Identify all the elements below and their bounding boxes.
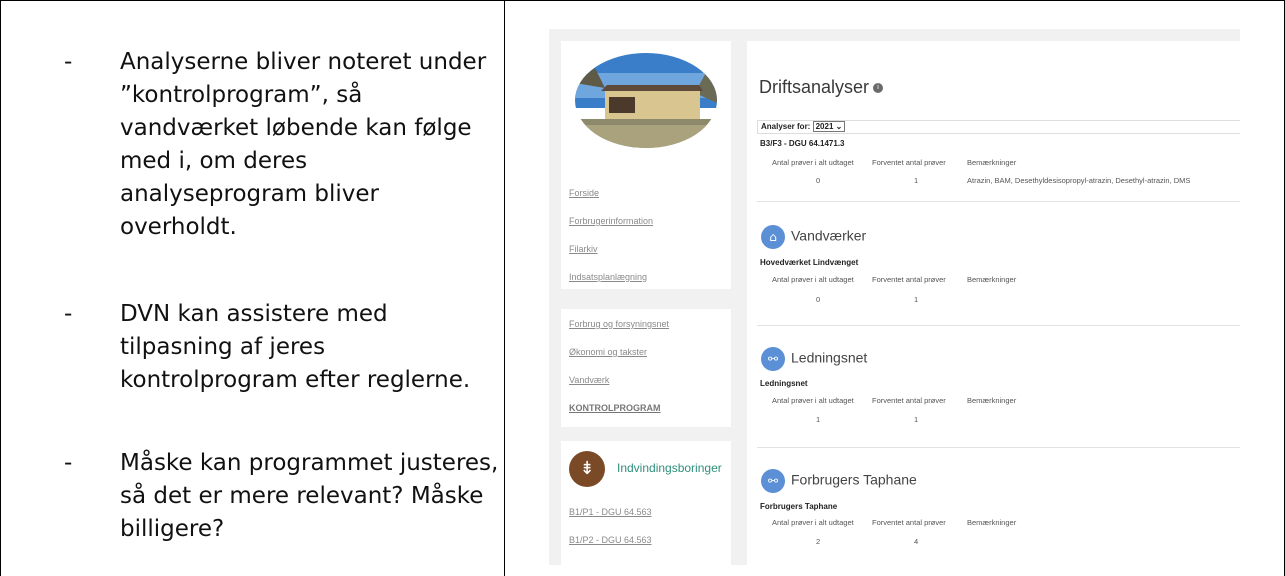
- col-header-taken: Antal prøver i alt udtaget: [772, 158, 854, 167]
- tap-icon: ⚯: [761, 469, 785, 493]
- value-taken: 2: [816, 537, 821, 546]
- info-icon[interactable]: i: [873, 83, 884, 94]
- sidebar-nav-card-2: Forbrug og forsyningsnet Økonomi og taks…: [561, 309, 731, 427]
- sidebar-nav-card: Forside Forbrugerinformation Filarkiv In…: [561, 41, 731, 289]
- divider: [757, 325, 1240, 326]
- waterworks-photo: [575, 53, 717, 148]
- col-header-expected: Forventet antal prøver: [872, 275, 946, 284]
- value-expected: 1: [914, 415, 919, 424]
- bullet-text: DVN kan assistere med tilpasning af jere…: [120, 301, 471, 393]
- col-header-taken: Antal prøver i alt udtaget: [772, 275, 854, 284]
- value-taken: 0: [816, 295, 821, 304]
- pipe-network-icon: ⚯: [761, 347, 785, 371]
- filter-label: Analyser for:: [761, 122, 811, 131]
- sidebar-link-filarkiv[interactable]: Filarkiv: [569, 244, 598, 254]
- borehole-icon: ⇟: [569, 451, 605, 487]
- bullet-text: Analyserne bliver noteret under ”kontrol…: [120, 49, 487, 240]
- boreholes-title: Indvindingsboringer: [617, 461, 722, 475]
- borehole-link[interactable]: B1/P1 - DGU 64.563: [569, 507, 652, 517]
- col-header-remarks: Bemærkninger: [967, 275, 1017, 284]
- col-header-expected: Forventet antal prøver: [872, 396, 946, 405]
- bullet-dash: -: [64, 301, 73, 327]
- value-taken: 1: [816, 415, 821, 424]
- value-expected: 1: [914, 295, 919, 304]
- bullet-dash: -: [64, 450, 73, 476]
- sidebar-link-okonomi[interactable]: Økonomi og takster: [569, 347, 647, 357]
- column-divider: [504, 0, 505, 576]
- col-header-expected: Forventet antal prøver: [872, 158, 946, 167]
- col-header-expected: Forventet antal prøver: [872, 518, 946, 527]
- section-subtitle: Hovedværket Lindvænget: [760, 258, 859, 267]
- section-title-ledningsnet: ⚯ Ledningsnet: [761, 347, 867, 371]
- col-header-remarks: Bemærkninger: [967, 518, 1017, 527]
- section-title-forbrugers-taphane: ⚯ Forbrugers Taphane: [761, 469, 917, 493]
- main-panel: Driftsanalyser i Analyser for: 2021 ⌄ B3/…: [747, 41, 1240, 565]
- section-subtitle: Forbrugers Taphane: [760, 502, 838, 511]
- year-select[interactable]: 2021 ⌄: [812, 121, 846, 132]
- section-title-vandvaerker: ⌂ Vandværker: [761, 225, 866, 249]
- year-filter: Analyser for: 2021 ⌄: [757, 120, 1240, 134]
- home-icon: ⌂: [761, 225, 785, 249]
- value-remarks: Atrazin, BAM, Desethyldesisopropyl-atraz…: [967, 176, 1191, 185]
- col-header-taken: Antal prøver i alt udtaget: [772, 396, 854, 405]
- col-header-taken: Antal prøver i alt udtaget: [772, 518, 854, 527]
- sidebar-link-indsatsplanlaegning[interactable]: Indsatsplanlægning: [569, 272, 647, 282]
- sidebar-link-kontrolprogram[interactable]: KONTROLPROGRAM: [569, 403, 661, 413]
- borehole-name: B3/F3 - DGU 64.1471.3: [760, 139, 845, 148]
- page-title: Driftsanalyser i: [759, 77, 884, 98]
- col-header-remarks: Bemærkninger: [967, 158, 1017, 167]
- divider: [757, 447, 1240, 448]
- value-taken: 0: [816, 176, 821, 185]
- col-header-remarks: Bemærkninger: [967, 396, 1017, 405]
- sidebar-link-forbrugerinformation[interactable]: Forbrugerinformation: [569, 216, 653, 226]
- value-expected: 1: [914, 176, 919, 185]
- section-subtitle: Ledningsnet: [760, 379, 808, 388]
- bullet-list: - Analyserne bliver noteret under ”kontr…: [0, 0, 504, 576]
- value-expected: 4: [914, 537, 919, 546]
- bullet-dash: -: [64, 49, 73, 75]
- divider: [757, 201, 1240, 202]
- sidebar-link-forside[interactable]: Forside: [569, 188, 599, 198]
- sidebar-link-vandvaerk[interactable]: Vandværk: [569, 375, 609, 385]
- boreholes-card: ⇟ Indvindingsboringer B1/P1 - DGU 64.563…: [561, 441, 731, 565]
- sidebar-link-forbrug[interactable]: Forbrug og forsyningsnet: [569, 319, 669, 329]
- borehole-link[interactable]: B1/P2 - DGU 64.563: [569, 535, 652, 545]
- bullet-text: Måske kan programmet justeres, så det er…: [120, 450, 499, 542]
- embedded-screenshot: Forside Forbrugerinformation Filarkiv In…: [549, 29, 1240, 565]
- chevron-down-icon: ⌄: [835, 122, 843, 131]
